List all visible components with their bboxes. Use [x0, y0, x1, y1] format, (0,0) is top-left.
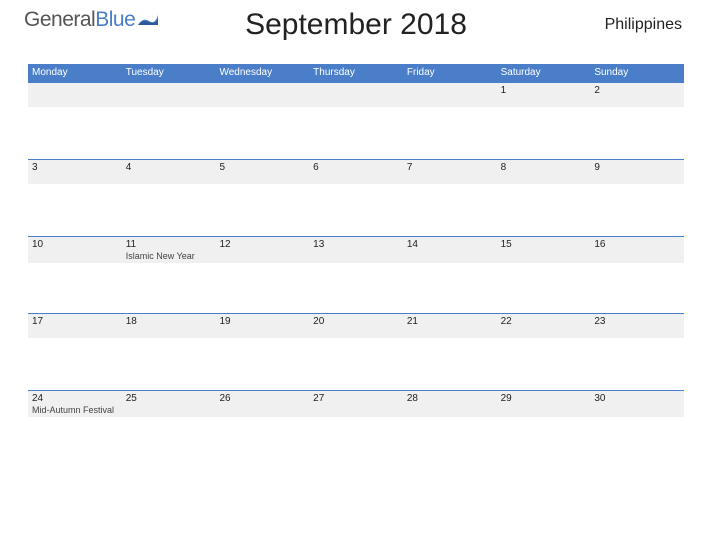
day-cell [215, 83, 309, 107]
week-row: 3 4 5 6 7 8 9 [28, 159, 684, 236]
weekday-header-row: Monday Tuesday Wednesday Thursday Friday… [28, 64, 684, 82]
day-cell: 11Islamic New Year [122, 237, 216, 263]
weekday-header: Monday [28, 64, 122, 82]
country-label: Philippines [605, 16, 682, 34]
day-cell: 25 [122, 391, 216, 417]
day-cell: 21 [403, 314, 497, 338]
day-cell: 8 [497, 160, 591, 184]
weekday-header: Wednesday [215, 64, 309, 82]
day-cell: 6 [309, 160, 403, 184]
weekday-header: Saturday [497, 64, 591, 82]
day-cell: 15 [497, 237, 591, 263]
day-cell: 5 [215, 160, 309, 184]
day-cell [28, 83, 122, 107]
day-cell: 17 [28, 314, 122, 338]
day-cell: 9 [590, 160, 684, 184]
calendar: Monday Tuesday Wednesday Thursday Friday… [0, 64, 712, 467]
day-cell: 10 [28, 237, 122, 263]
day-cell: 28 [403, 391, 497, 417]
day-cell: 16 [590, 237, 684, 263]
day-cell: 13 [309, 237, 403, 263]
day-cell: 30 [590, 391, 684, 417]
day-cell: 3 [28, 160, 122, 184]
day-cell: 29 [497, 391, 591, 417]
day-cell: 20 [309, 314, 403, 338]
day-cell: 12 [215, 237, 309, 263]
day-cell: 27 [309, 391, 403, 417]
weekday-header: Friday [403, 64, 497, 82]
day-cell [309, 83, 403, 107]
week-row: 17 18 19 20 21 22 23 [28, 313, 684, 390]
week-row: 1 2 [28, 82, 684, 159]
day-cell: 14 [403, 237, 497, 263]
day-cell [403, 83, 497, 107]
day-cell: 26 [215, 391, 309, 417]
day-cell: 18 [122, 314, 216, 338]
day-cell: 1 [497, 83, 591, 107]
weekday-header: Sunday [590, 64, 684, 82]
day-cell: 22 [497, 314, 591, 338]
day-cell [122, 83, 216, 107]
day-cell: 7 [403, 160, 497, 184]
day-cell: 24Mid-Autumn Festival [28, 391, 122, 417]
weekday-header: Tuesday [122, 64, 216, 82]
weekday-header: Thursday [309, 64, 403, 82]
day-cell: 19 [215, 314, 309, 338]
header: GeneralBlue September 2018 Philippines [0, 0, 712, 64]
day-cell: 2 [590, 83, 684, 107]
week-row: 24Mid-Autumn Festival 25 26 27 28 29 30 [28, 390, 684, 467]
week-row: 10 11Islamic New Year 12 13 14 15 16 [28, 236, 684, 313]
day-cell: 23 [590, 314, 684, 338]
day-cell: 4 [122, 160, 216, 184]
